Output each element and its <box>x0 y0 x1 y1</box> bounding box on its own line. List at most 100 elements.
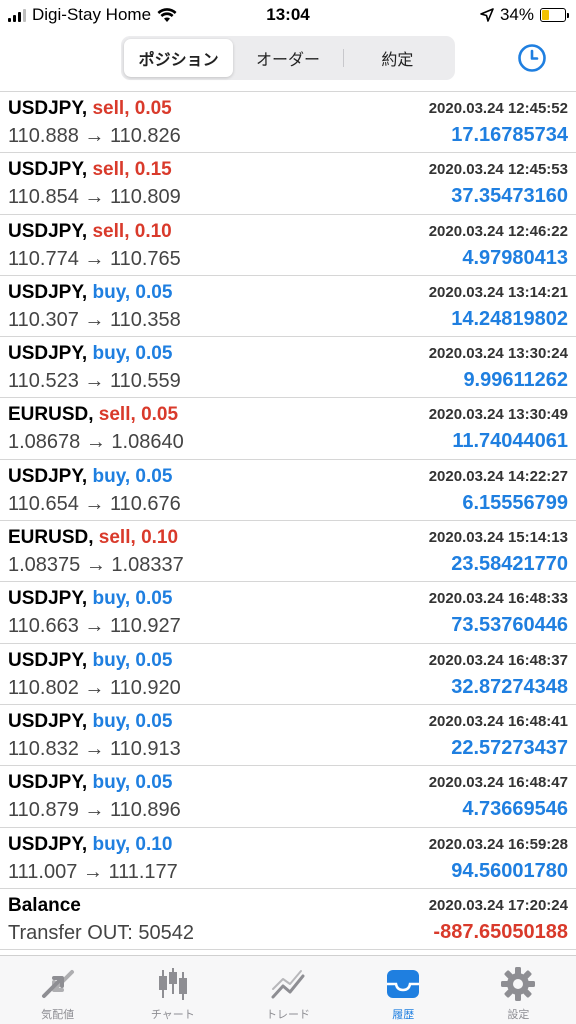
deal-time: 2020.03.24 13:14:21 <box>428 283 568 301</box>
deal-open-price: 110.663 <box>8 615 79 638</box>
location-arrow-icon <box>480 8 494 22</box>
deal-profit: 6.15556799 <box>462 491 568 514</box>
deal-side: buy <box>92 281 125 303</box>
deal-row[interactable]: EURUSD, sell, 0.10 2020.03.24 15:14:13 1… <box>0 521 576 583</box>
tab-trade-label: トレード <box>266 1009 310 1021</box>
deal-row[interactable]: USDJPY, buy, 0.10 2020.03.24 16:59:28 11… <box>0 828 576 889</box>
history-segmented-control: ポジション オーダー 約定 <box>121 36 455 80</box>
deal-row[interactable]: USDJPY, buy, 0.05 2020.03.24 13:30:24 11… <box>0 337 576 399</box>
deal-open-price: 110.888 <box>8 125 79 147</box>
deal-profit: 73.53760446 <box>451 614 568 637</box>
deal-symbol: USDJPY, <box>8 159 88 181</box>
deal-time: 2020.03.24 14:22:27 <box>428 467 568 485</box>
deal-lot: 0.10 <box>141 527 179 549</box>
deal-side: sell <box>98 527 131 549</box>
deal-symbol: USDJPY, <box>8 220 88 242</box>
deal-close-price: 110.765 <box>109 247 181 270</box>
deal-open-price: 110.307 <box>8 308 79 331</box>
deal-close-price: 110.358 <box>109 308 181 331</box>
segment-positions[interactable]: ポジション <box>124 39 234 77</box>
tab-bar: 気配値 チャート トレード 履歴 設定 <box>0 955 576 1024</box>
deal-lot: 0.10 <box>135 833 173 855</box>
balance-detail: Transfer OUT: 50542 <box>8 921 195 944</box>
deal-side: buy <box>92 710 125 732</box>
segment-deals[interactable]: 約定 <box>342 39 452 77</box>
history-list: USDJPY, sell, 0.05 2020.03.24 12:45:52 1… <box>0 91 576 951</box>
tab-settings[interactable]: 設定 <box>461 956 576 1024</box>
deal-row[interactable]: USDJPY, buy, 0.05 2020.03.24 16:48:47 11… <box>0 766 576 828</box>
deal-profit: 4.73669546 <box>462 798 568 821</box>
deal-profit: 11.74044061 <box>452 430 568 453</box>
deal-time: 2020.03.24 16:48:37 <box>428 651 568 669</box>
deal-time: 2020.03.24 12:46:22 <box>428 222 568 240</box>
deal-time: 2020.03.24 12:45:52 <box>428 100 568 117</box>
deal-open-price: 1.08678 <box>8 431 81 454</box>
inbox-tray-icon <box>387 970 420 998</box>
deal-side: buy <box>92 465 125 487</box>
status-right: 34% <box>480 5 569 25</box>
deal-lot: 0.05 <box>141 404 179 426</box>
battery-percent: 34% <box>499 5 534 24</box>
deal-profit: 9.99611262 <box>463 369 568 392</box>
deal-row[interactable]: USDJPY, buy, 0.05 2020.03.24 16:48:37 11… <box>0 644 576 705</box>
deal-symbol: USDJPY, <box>8 465 88 487</box>
deal-open-price: 110.832 <box>8 737 79 760</box>
deal-open-price: 111.007 <box>8 860 78 883</box>
deal-side: buy <box>92 588 125 610</box>
deal-close-price: 110.920 <box>109 676 181 699</box>
deal-time: 2020.03.24 16:48:41 <box>428 712 568 730</box>
deal-symbol: USDJPY, <box>8 343 88 365</box>
deal-time: 2020.03.24 12:45:53 <box>428 161 568 179</box>
deal-close-price: 1.08337 <box>111 554 184 577</box>
deal-symbol: USDJPY, <box>8 833 88 855</box>
balance-label: Balance <box>8 894 81 916</box>
deal-row[interactable]: USDJPY, buy, 0.05 2020.03.24 14:22:27 11… <box>0 460 576 522</box>
deal-lot: 0.05 <box>135 281 173 303</box>
deal-lot: 0.05 <box>135 588 173 610</box>
tab-settings-label: 設定 <box>507 1009 530 1021</box>
deal-close-price: 1.08640 <box>111 431 184 454</box>
battery-icon <box>540 8 569 22</box>
deal-close-price: 110.559 <box>109 370 181 393</box>
deal-symbol: USDJPY, <box>8 588 88 610</box>
deal-row[interactable]: USDJPY, sell, 0.10 2020.03.24 12:46:22 1… <box>0 215 576 276</box>
segment-orders[interactable]: オーダー <box>233 39 342 77</box>
tab-history[interactable]: 履歴 <box>346 956 461 1024</box>
deal-profit: 14.24819802 <box>451 307 568 330</box>
deal-close-price: 110.896 <box>109 799 181 822</box>
deal-lot: 0.05 <box>134 98 172 119</box>
deal-row[interactable]: USDJPY, sell, 0.15 2020.03.24 12:45:53 1… <box>0 153 576 215</box>
deal-row[interactable]: USDJPY, buy, 0.05 2020.03.24 16:48:41 11… <box>0 705 576 767</box>
deal-symbol: EURUSD, <box>8 404 94 426</box>
deal-profit: 23.58421770 <box>451 553 568 576</box>
deal-row[interactable]: USDJPY, buy, 0.05 2020.03.24 16:48:33 11… <box>0 582 576 644</box>
tab-quotes[interactable]: 気配値 <box>0 956 115 1024</box>
deal-profit: 32.87274348 <box>451 675 568 698</box>
deal-side: sell <box>92 98 125 119</box>
status-bar: Digi-Stay Home 13:04 34% <box>0 0 576 30</box>
deal-time: 2020.03.24 16:59:28 <box>428 835 568 853</box>
deal-side: sell <box>92 220 125 242</box>
deal-row[interactable]: USDJPY, buy, 0.05 2020.03.24 13:14:21 11… <box>0 276 576 338</box>
deal-close-price: 110.809 <box>109 186 181 209</box>
tab-quotes-label: 気配値 <box>41 1009 75 1021</box>
deal-lot: 0.10 <box>134 220 172 242</box>
deal-open-price: 110.802 <box>8 676 79 699</box>
deal-lot: 0.05 <box>135 649 173 671</box>
deal-row[interactable]: USDJPY, sell, 0.05 2020.03.24 12:45:52 1… <box>0 92 576 154</box>
deal-symbol: USDJPY, <box>8 772 88 794</box>
gear-icon <box>501 967 536 1001</box>
tab-history-label: 履歴 <box>392 1009 415 1021</box>
trend-line-icon <box>271 970 305 999</box>
deal-profit: 22.57273437 <box>451 736 568 759</box>
deal-open-price: 110.879 <box>8 799 79 822</box>
tab-trade[interactable]: トレード <box>230 956 345 1024</box>
deal-row[interactable]: EURUSD, sell, 0.05 2020.03.24 13:30:49 1… <box>0 398 576 460</box>
deal-time: 2020.03.24 16:48:33 <box>428 590 568 608</box>
clock-icon[interactable] <box>516 42 548 74</box>
tab-chart[interactable]: チャート <box>115 956 230 1024</box>
deal-side: sell <box>98 404 131 426</box>
deal-symbol: USDJPY, <box>8 281 88 303</box>
tab-chart-label: チャート <box>150 1009 195 1021</box>
balance-row[interactable]: Balance 2020.03.24 17:20:24 Transfer OUT… <box>0 889 576 951</box>
